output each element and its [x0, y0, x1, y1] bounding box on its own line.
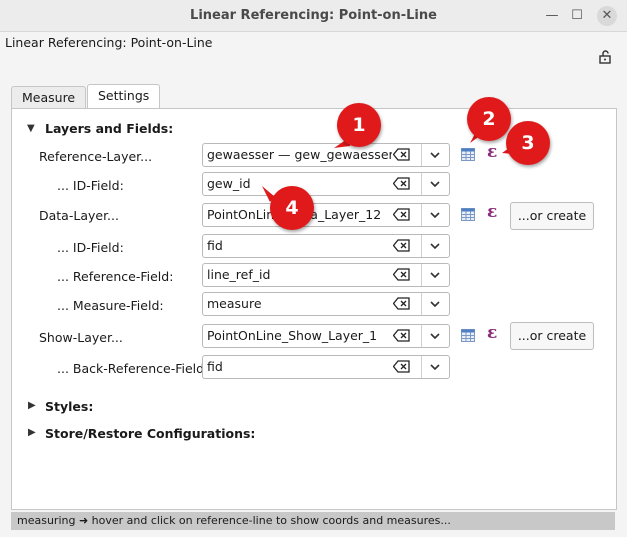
callout-3: 3 [506, 121, 550, 165]
dialog-window: Linear Referencing: Point-on-Line — ☐ ✕ … [0, 0, 627, 537]
callout-4: 4 [270, 186, 314, 230]
callout-1: 1 [337, 103, 381, 147]
callout-pointers [262, 128, 514, 202]
callout-2: 2 [467, 97, 511, 141]
